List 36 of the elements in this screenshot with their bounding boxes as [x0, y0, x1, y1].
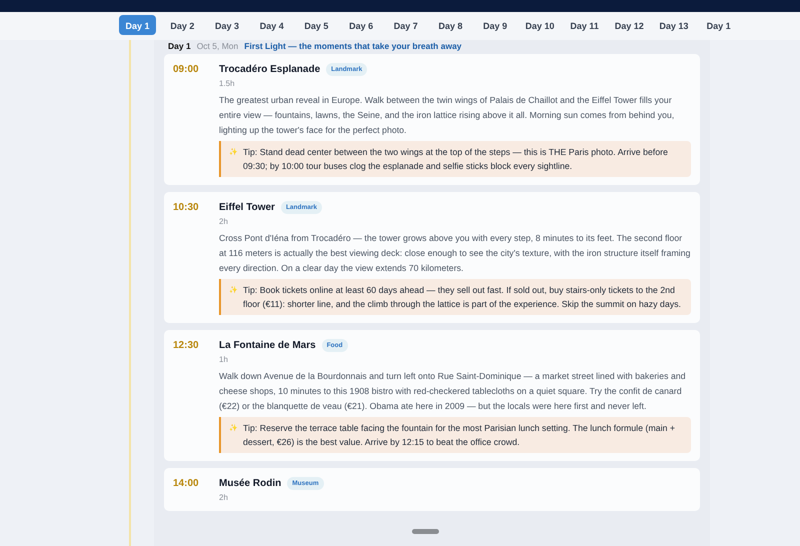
stop-description: Cross Pont d'Iéna from Trocadéro — the tower grows above you with every step, 8 minutes to its feet. The second floor at 116 meters is actually the best viewing deck: close enough to see the city's texture, with the iron structure itself framing every direction. On a clear day the view extends 70 kilometers.	[219, 232, 691, 275]
tip-text: Tip: Book tickets online at least 60 days ahead — they sell out fast. If sold out, buy stairs-only tickets to the 2nd floor (€11): shorter line, and the climb through the lattice is part of the experience. Skip the summit on hazy days.	[243, 284, 682, 311]
stop-time: 12:30	[173, 339, 200, 353]
stop-name: Trocadéro Esplanade	[219, 64, 320, 75]
day-tab[interactable]: Day 11	[562, 15, 607, 35]
stop-name: La Fontaine de Mars	[219, 340, 316, 351]
day-tab[interactable]: Day 1	[119, 15, 156, 35]
stop-description: The greatest urban reveal in Europe. Walk between the twin wings of Palais de Chaillot and the Eiffel Tower fills your entire view — fountains, lawns, the Seine, and the iron lattice rising above it all. Morning sun comes from behind you, lighting up the tower's face for the perfect photo.	[219, 94, 676, 137]
day-date: Oct 5, Mon	[196, 41, 238, 51]
day-tab[interactable]: Day 4	[249, 15, 294, 35]
stop-name: Eiffel Tower	[219, 202, 275, 213]
day-tab[interactable]: Day 1	[696, 15, 741, 35]
tip-text: Tip: Stand dead center between the two wings at the top of the steps — this is THE Paris photo. Arrive before 09:30; by 10:00 tour buses clog the esplanade and selfie sticks block every sightline.	[243, 146, 669, 173]
day-tab[interactable]: Day 12	[606, 15, 652, 35]
stop-duration: 2h	[219, 493, 229, 503]
day-tab[interactable]: Day 5	[294, 15, 339, 35]
day-tab[interactable]: Day 3	[204, 15, 250, 35]
stop-duration: 1h	[219, 355, 229, 365]
scroll-handle[interactable]	[412, 529, 439, 534]
day-tab[interactable]: Day 9	[472, 15, 518, 35]
day-theme: First Light — the moments that take your breath away	[244, 41, 462, 51]
day-tab[interactable]: Day 6	[338, 15, 384, 35]
stop-duration: 1.5h	[219, 79, 236, 89]
stop-time: 10:30	[173, 201, 200, 215]
day-label: Day 1	[168, 41, 191, 51]
day-tab[interactable]: Day 13	[652, 15, 696, 35]
stop-duration: 2h	[219, 217, 229, 227]
stop-time: 14:00	[173, 477, 200, 491]
day-tab[interactable]: Day 2	[160, 15, 205, 35]
day-tab[interactable]: Day 10	[518, 15, 562, 35]
day-tab[interactable]: Day 8	[428, 15, 473, 35]
stop-description: Walk down Avenue de la Bourdonnais and turn left onto Rue Saint-Dominique — a market street lined with bakeries and cheese shops, 10 minutes to this 1908 bistro with red-checkered tablecloths on a quiet square. Try the confit de canard (€22) or the blanquette de veau (€21). Obama ate here in 2009 — but the locals were here first and never left.	[219, 370, 687, 413]
tip-text: Tip: Reserve the terrace table facing the fountain for the most Parisian lunch setting. The lunch formule (main + dessert, €26) is the best value. Arrive by 12:15 to beat the office crowd.	[243, 422, 676, 449]
day-tab[interactable]: Day 7	[383, 15, 428, 35]
stop-time: 09:00	[173, 63, 200, 77]
stop-name: Musée Rodin	[219, 478, 282, 489]
